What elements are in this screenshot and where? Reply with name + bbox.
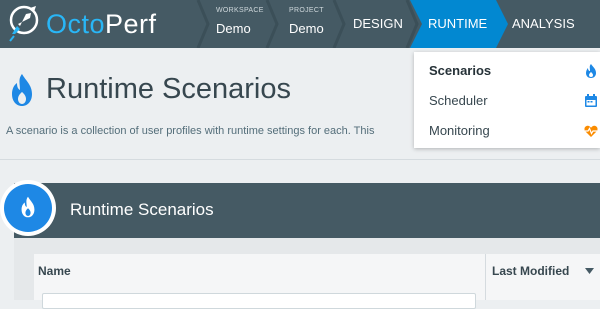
- column-header-last-modified[interactable]: Last Modified: [492, 264, 569, 278]
- flame-icon: [12, 74, 32, 106]
- logo[interactable]: OctoPerf: [0, 0, 200, 48]
- column-header-name[interactable]: Name: [38, 264, 71, 278]
- brand-name: OctoPerf: [46, 7, 157, 41]
- page-description: A scenario is a collection of user profi…: [6, 125, 375, 137]
- divider: [0, 159, 600, 160]
- breadcrumb-value: Demo: [216, 21, 251, 36]
- menu-item-label: Scenarios: [429, 63, 492, 78]
- panel-icon: [0, 180, 56, 236]
- brand-part-2: Perf: [105, 9, 157, 39]
- nav-tab-runtime[interactable]: RUNTIME: [428, 0, 487, 48]
- heartbeat-icon: [584, 125, 598, 137]
- menu-item-scheduler[interactable]: Scheduler: [414, 86, 600, 116]
- chevron-separator-icon: [265, 0, 279, 48]
- runtime-dropdown-menu: Scenarios Scheduler Monitoring: [414, 52, 600, 148]
- rocket-logo-icon: [9, 5, 39, 42]
- panel-icon-circle: [4, 184, 52, 232]
- page-title: Runtime Scenarios: [46, 73, 291, 105]
- menu-item-label: Scheduler: [429, 93, 488, 108]
- flame-icon: [21, 196, 35, 218]
- menu-item-label: Monitoring: [429, 123, 490, 138]
- menu-item-monitoring[interactable]: Monitoring: [414, 116, 600, 146]
- brand-part-1: Octo: [46, 9, 106, 39]
- breadcrumb-caption: WORKSPACE: [216, 7, 264, 14]
- panel-title: Runtime Scenarios: [70, 200, 214, 219]
- chevron-separator-icon: [332, 0, 346, 48]
- nav-tab-analysis[interactable]: ANALYSIS: [512, 0, 575, 48]
- nav-tab-design[interactable]: DESIGN: [353, 0, 403, 48]
- chevron-separator-icon: [196, 0, 210, 48]
- sort-caret-down-icon[interactable]: [585, 268, 594, 274]
- menu-item-scenarios[interactable]: Scenarios: [414, 56, 600, 86]
- top-navbar: OctoPerf WORKSPACE Demo PROJECT Demo DES…: [0, 0, 600, 48]
- column-divider: [485, 254, 486, 300]
- breadcrumb-caption: PROJECT: [289, 7, 324, 14]
- breadcrumb-value: Demo: [289, 21, 324, 36]
- calendar-icon: [585, 94, 597, 107]
- flame-icon: [586, 64, 596, 78]
- name-filter-input[interactable]: [42, 293, 476, 309]
